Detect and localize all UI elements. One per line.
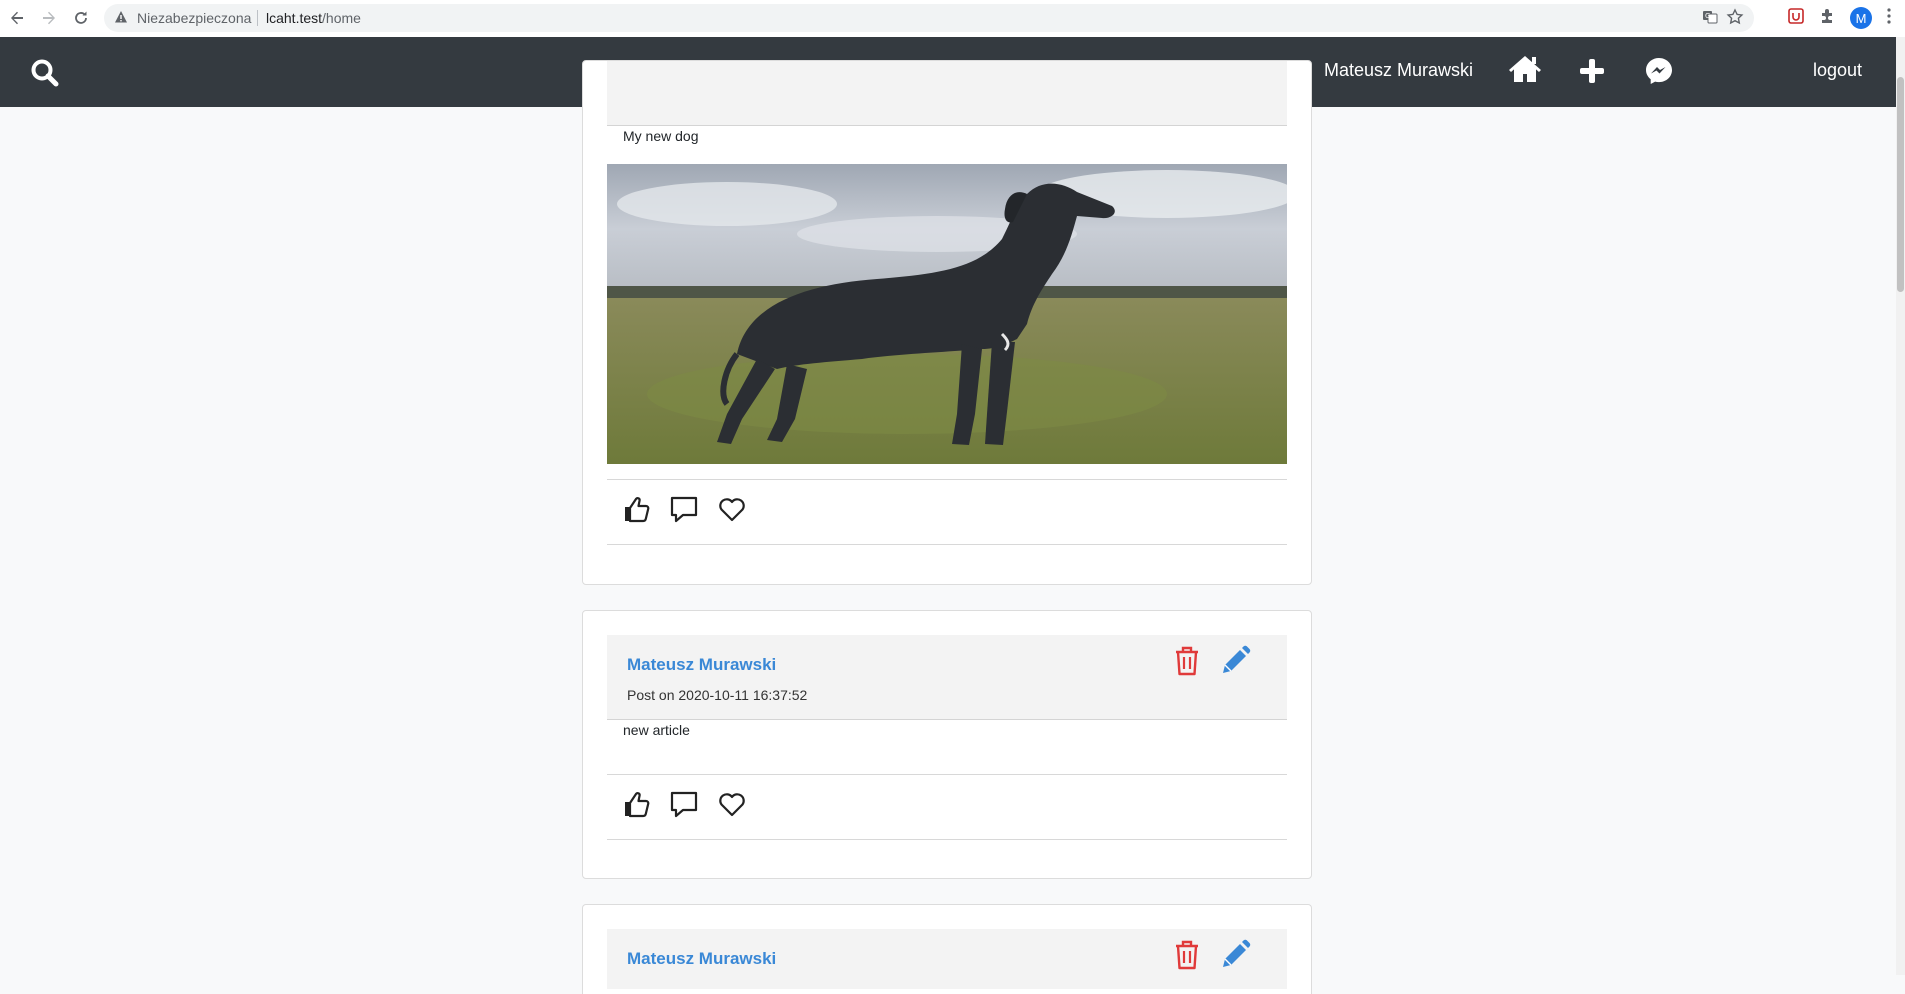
extension-red-icon[interactable] xyxy=(1787,7,1805,30)
warning-icon xyxy=(114,10,128,27)
plus-icon[interactable] xyxy=(1578,57,1606,90)
comment-icon[interactable] xyxy=(669,789,699,824)
url-path: /home xyxy=(322,10,361,26)
post-image[interactable] xyxy=(607,164,1287,464)
heart-icon[interactable] xyxy=(717,789,747,824)
post-actions xyxy=(607,479,1287,545)
browser-toolbar: Niezabezpieczona lcaht.test/home G M xyxy=(0,0,1905,38)
logout-link[interactable]: logout xyxy=(1813,60,1862,81)
address-bar[interactable]: Niezabezpieczona lcaht.test/home G xyxy=(104,4,1754,32)
messenger-icon[interactable] xyxy=(1644,56,1674,91)
post-text: My new dog xyxy=(623,128,699,144)
page-scrollbar[interactable] xyxy=(1896,37,1905,975)
like-icon[interactable] xyxy=(621,789,651,824)
post-header xyxy=(607,61,1287,126)
address-separator xyxy=(257,10,258,26)
heart-icon[interactable] xyxy=(717,494,747,529)
edit-pencil-icon[interactable] xyxy=(1219,939,1251,976)
like-icon[interactable] xyxy=(621,494,651,529)
profile-avatar[interactable]: M xyxy=(1850,7,1872,29)
post-date: Post on 2020-10-11 16:37:52 xyxy=(627,687,808,703)
extensions-puzzle-icon[interactable] xyxy=(1818,7,1836,30)
post-card: Mateusz Murawski xyxy=(582,904,1312,994)
svg-text:G: G xyxy=(1705,12,1710,20)
bookmark-star-icon[interactable] xyxy=(1726,8,1744,29)
url-text[interactable]: lcaht.test/home xyxy=(266,10,361,26)
url-host: lcaht.test xyxy=(266,10,323,26)
trash-icon[interactable] xyxy=(1173,939,1201,976)
forward-icon[interactable] xyxy=(37,6,61,30)
edit-pencil-icon[interactable] xyxy=(1219,645,1251,682)
post-card: My new dog xyxy=(582,60,1312,585)
search-icon[interactable] xyxy=(30,58,60,93)
post-actions xyxy=(607,774,1287,840)
post-header: Mateusz Murawski xyxy=(607,929,1287,989)
home-icon[interactable] xyxy=(1507,53,1543,90)
post-header: Mateusz Murawski Post on 2020-10-11 16:3… xyxy=(607,635,1287,720)
reload-icon[interactable] xyxy=(69,6,93,30)
navbar-user-name[interactable]: Mateusz Murawski xyxy=(1324,60,1473,81)
post-author-link[interactable]: Mateusz Murawski xyxy=(627,949,776,969)
comment-icon[interactable] xyxy=(669,494,699,529)
translate-icon[interactable]: G xyxy=(1702,9,1718,28)
post-text: new article xyxy=(623,722,690,738)
security-label[interactable]: Niezabezpieczona xyxy=(137,10,251,26)
post-card: Mateusz Murawski Post on 2020-10-11 16:3… xyxy=(582,610,1312,879)
back-icon[interactable] xyxy=(5,6,29,30)
browser-menu-icon[interactable] xyxy=(1886,7,1892,30)
trash-icon[interactable] xyxy=(1173,645,1201,682)
post-author-link[interactable]: Mateusz Murawski xyxy=(627,655,776,675)
scrollbar-thumb[interactable] xyxy=(1897,77,1904,292)
